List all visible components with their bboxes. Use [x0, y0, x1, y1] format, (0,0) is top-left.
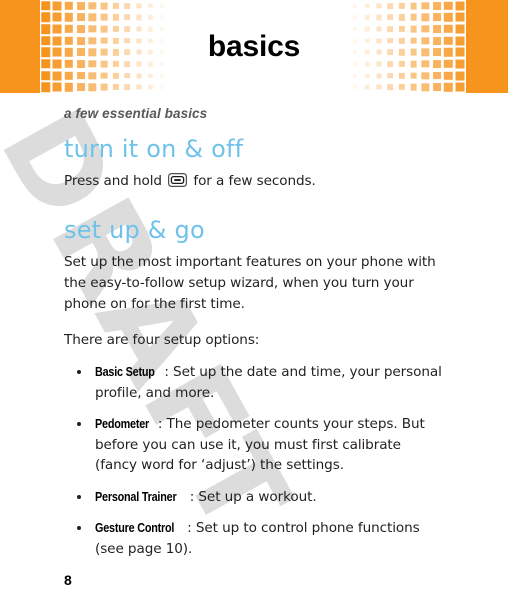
manual-page: DRAFT basics a few essential basics turn… — [0, 0, 508, 616]
bullet-point-icon — [77, 370, 81, 375]
page-content: a few essential basics turn it on & off … — [0, 93, 508, 570]
page-title: basics — [207, 30, 301, 63]
list-item-term: Pedometer — [95, 417, 150, 432]
list-item-term: Gesture Control — [95, 521, 175, 536]
page-number: 8 — [64, 572, 72, 588]
press-hold-text-after: for a few seconds. — [189, 173, 316, 190]
setup-options-list: Basic Setup: Set up the date and time, y… — [64, 362, 444, 559]
list-item: Personal Trainer : Set up a workout. — [64, 487, 444, 508]
paragraph-press-and-hold: Press and hold for a few seconds. — [64, 171, 444, 192]
section-heading-turn-it-on-off: turn it on & off — [64, 135, 244, 163]
bullet-point-icon — [77, 422, 81, 427]
paragraph-four-options: There are four setup options: — [64, 332, 260, 349]
list-item: Pedometer: The pedometer counts your ste… — [64, 414, 444, 476]
list-item-term: Personal Trainer — [95, 489, 177, 504]
list-item-text: : Set up a workout. — [189, 488, 317, 505]
section-heading-set-up-go: set up & go — [64, 216, 205, 245]
press-hold-text-before: Press and hold — [64, 173, 167, 190]
power-key-icon — [168, 173, 188, 188]
paragraph-setup-wizard: Set up the most important features on yo… — [64, 254, 436, 313]
list-item: Gesture Control: Set up to control phone… — [64, 518, 444, 559]
list-item-term: Basic Setup — [95, 365, 155, 380]
bullet-point-icon — [77, 494, 81, 499]
page-header-banner: basics — [0, 0, 508, 93]
bullet-point-icon — [77, 526, 81, 531]
page-subtitle: a few essential basics — [64, 106, 208, 121]
list-item: Basic Setup: Set up the date and time, y… — [64, 362, 444, 403]
